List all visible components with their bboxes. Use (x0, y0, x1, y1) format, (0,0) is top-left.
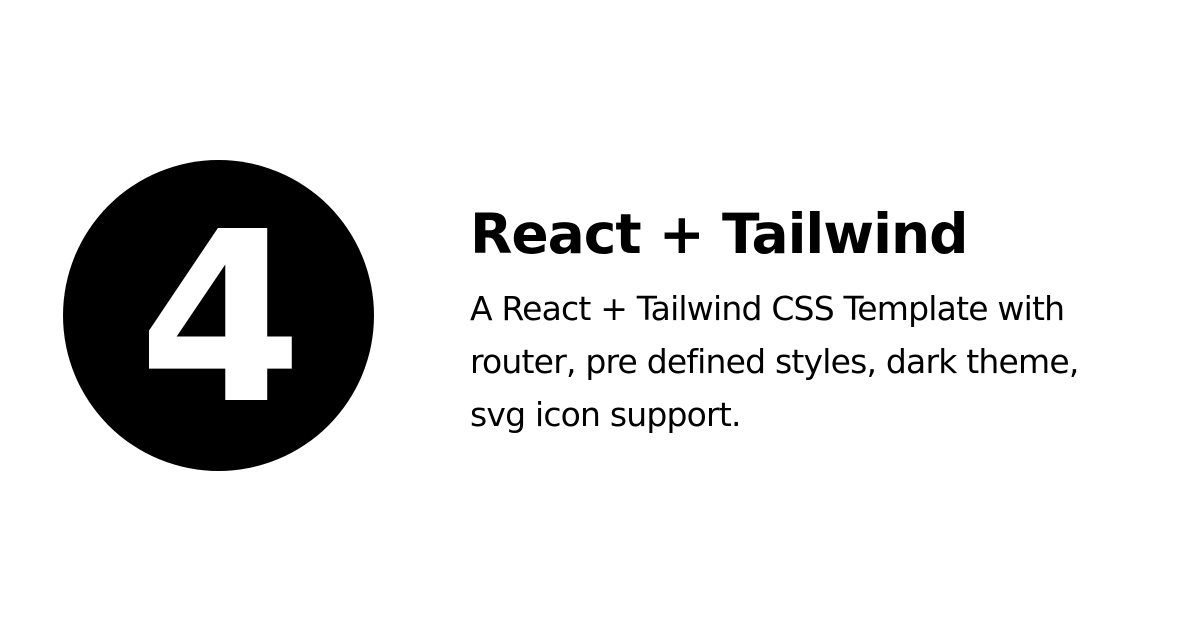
page-title: React + Tailwind (470, 202, 968, 266)
logo-mark: 4 (138, 180, 302, 456)
logo-circle: 4 (63, 160, 374, 471)
text-block: React + Tailwind A React + Tailwind CSS … (470, 200, 1170, 441)
page-description: A React + Tailwind CSS Template with rou… (470, 289, 1079, 434)
social-card: 4 React + Tailwind A React + Tailwind CS… (0, 0, 1200, 630)
